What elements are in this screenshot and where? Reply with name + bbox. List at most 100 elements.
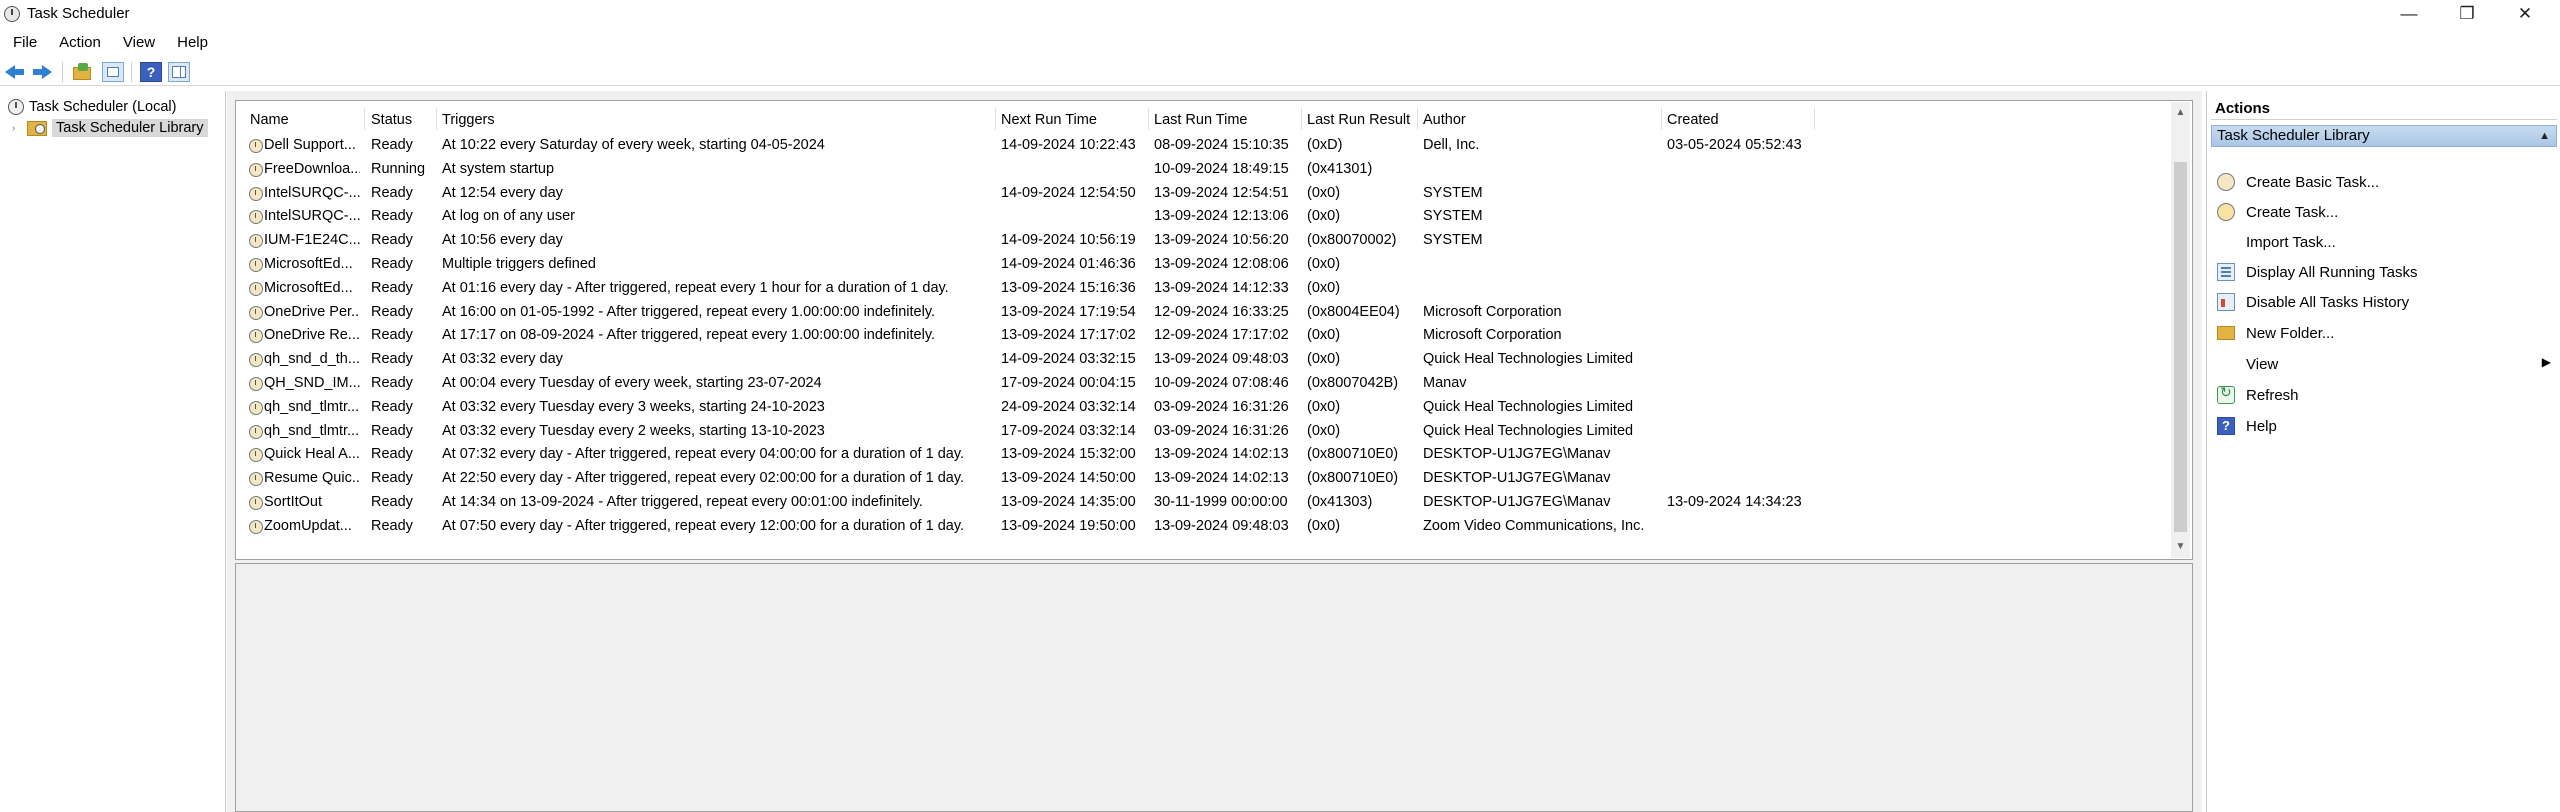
table-row[interactable]: MicrosoftEd... Ready At 01:16 every day - … [240,277,2170,301]
clock-icon [8,99,24,115]
column-divider[interactable] [1661,108,1662,130]
column-divider[interactable] [1148,108,1149,130]
task-trigger: At 14:34 on 13-09-2024 - After triggered… [442,494,923,510]
action-import-task[interactable]: Import Task... [2211,230,2557,254]
task-last-result: (0x0) [1307,422,1341,439]
task-author: Dell, Inc. [1423,137,1480,153]
table-row[interactable]: OneDrive Per... Ready At 16:00 on 01-05-19… [240,301,2170,325]
column-header-author[interactable]: Author [1423,110,1466,130]
scroll-thumb[interactable] [2174,162,2187,532]
action-display-all-running-tasks[interactable]: Display All Running Tasks [2211,260,2557,284]
task-author: DESKTOP-U1JG7EG\Manav [1423,446,1611,463]
menu-view[interactable]: View [110,32,164,54]
menu-file[interactable]: File [0,32,46,54]
back-icon[interactable] [5,62,27,82]
task-trigger: At 03:32 every Tuesday every 2 weeks, st… [442,422,825,439]
table-row[interactable]: MicrosoftEd... Ready Multiple triggers def… [240,253,2170,277]
actions-pane: Actions Task Scheduler Library ▲ Create … [2206,91,2560,812]
task-name: Dell Support... [264,137,356,153]
properties-icon[interactable] [102,62,124,82]
show-hide-pane-icon[interactable] [168,62,190,82]
column-header-last-run-result[interactable]: Last Run Result [1307,110,1410,130]
folder-icon [2217,326,2235,340]
task-trigger: At 07:32 every day - After triggered, re… [442,446,965,463]
table-row[interactable]: FreeDownloa... Running At system startup 10… [240,158,2170,182]
table-row[interactable]: IntelSURQC-... Ready At 12:54 every day 14-… [240,182,2170,206]
task-next-run: 24-09-2024 03:32:14 [1001,398,1136,415]
task-trigger: At log on of any user [442,208,575,225]
maximize-button[interactable]: ❐ [2438,0,2496,28]
table-row[interactable]: ZoomUpdat... Ready At 07:50 every day - Af… [240,515,2170,539]
tree-item-task-scheduler-local[interactable]: Task Scheduler (Local) [8,97,177,117]
task-last-result: (0x800710E0) [1307,446,1399,463]
task-trigger: At 07:50 every day - After triggered, re… [442,517,965,534]
table-row[interactable]: QH_SND_IM... Ready At 00:04 every Tuesday … [240,372,2170,396]
action-create-task[interactable]: Create Task... [2211,200,2557,224]
column-divider[interactable] [1417,108,1418,130]
task-icon [249,162,263,177]
task-name: IUM-F1E24C... [264,232,360,249]
table-row[interactable]: OneDrive Re... Ready At 17:17 on 08-09-202… [240,324,2170,348]
action-view[interactable]: View ▶ [2211,352,2557,376]
title-bar: Task Scheduler — ❐ ✕ [0,0,2560,28]
column-divider[interactable] [995,108,996,130]
refresh-icon [2217,384,2235,404]
task-last-result: (0x8007042B) [1307,375,1399,391]
column-header-name[interactable]: Name [250,110,289,130]
task-trigger: At 03:32 every Tuesday every 3 weeks, st… [442,398,825,415]
column-divider[interactable] [1814,108,1815,130]
tree-item-label: Task Scheduler Library [52,119,208,137]
column-header-last-run-time[interactable]: Last Run Time [1154,110,1248,130]
action-create-basic-task[interactable]: Create Basic Task... [2211,170,2557,194]
action-new-folder[interactable]: New Folder... [2211,321,2557,345]
task-name: QH_SND_IM... [264,375,360,391]
close-button[interactable]: ✕ [2496,0,2554,28]
task-status: Ready [371,256,413,272]
action-label: Create Task... [2246,203,2339,221]
table-row[interactable]: qh_snd_tlmtr... Ready At 03:32 every Tuesd… [240,420,2170,444]
action-disable-all-tasks-history[interactable]: Disable All Tasks History [2211,290,2557,314]
column-header-created[interactable]: Created [1667,110,1719,130]
tree-item-task-scheduler-library[interactable]: › Task Scheduler Library [12,118,208,138]
task-name: qh_snd_d_th... [264,351,360,368]
task-name: SortItOut [264,494,323,510]
column-header-next-run-time[interactable]: Next Run Time [1001,110,1097,130]
task-name: ZoomUpdat... [264,517,352,534]
column-divider[interactable] [1301,108,1302,130]
action-refresh[interactable]: Refresh [2211,383,2557,407]
column-divider[interactable] [436,108,437,130]
column-divider[interactable] [364,108,365,130]
expander-icon[interactable]: › [12,123,24,134]
table-row[interactable]: SortItOut Ready At 14:34 on 13-09-2024 - A… [240,491,2170,515]
task-details-pane [235,563,2193,812]
minimize-button[interactable]: — [2380,0,2438,28]
table-row[interactable]: IntelSURQC-... Ready At log on of any user… [240,205,2170,229]
table-row[interactable]: Quick Heal A... Ready At 07:32 every day -… [240,443,2170,467]
table-row[interactable]: IUM-F1E24C... Ready At 10:56 every day 14-0… [240,229,2170,253]
scroll-up-icon[interactable]: ▲ [2171,104,2190,122]
help-icon[interactable]: ? [140,62,162,82]
task-author: Microsoft Corporation [1423,303,1562,320]
task-status: Ready [371,137,413,153]
action-help[interactable]: ? Help [2211,414,2557,438]
task-icon [249,400,263,415]
actions-section-header[interactable]: Task Scheduler Library ▲ [2211,125,2557,147]
column-header-status[interactable]: Status [371,110,412,130]
task-icon [249,424,263,439]
folder-up-icon[interactable] [72,62,94,82]
forward-icon[interactable] [32,62,54,82]
column-header-triggers[interactable]: Triggers [442,110,495,130]
table-row[interactable]: qh_snd_tlmtr... Ready At 03:32 every Tuesd… [240,396,2170,420]
task-author: Microsoft Corporation [1423,327,1562,344]
task-list-scrollbar[interactable]: ▲ ▼ [2171,102,2190,558]
menu-action[interactable]: Action [46,32,110,54]
task-status: Ready [371,351,413,368]
collapse-icon[interactable]: ▲ [2539,126,2550,146]
table-row[interactable]: Resume Quic... Ready At 22:50 every day - … [240,467,2170,491]
scroll-down-icon[interactable]: ▼ [2171,538,2190,556]
task-last-result: (0x0) [1307,351,1341,368]
menu-help[interactable]: Help [164,32,217,54]
table-row[interactable]: qh_snd_d_th... Ready At 03:32 every day 14-… [240,348,2170,372]
task-author: Quick Heal Technologies Limited [1423,422,1634,439]
table-row[interactable]: Dell Support... Ready At 10:22 every Satur… [240,134,2170,158]
